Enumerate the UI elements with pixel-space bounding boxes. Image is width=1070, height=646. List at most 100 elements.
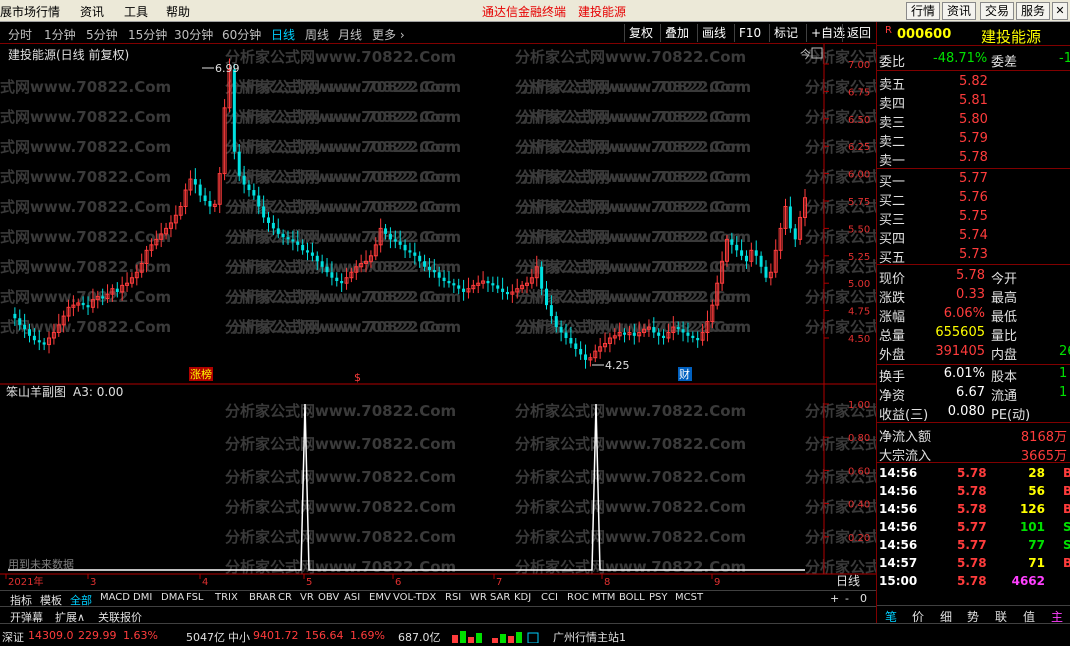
- news-button[interactable]: 资讯: [942, 2, 977, 20]
- buy-level-row[interactable]: 买二 5.76: [877, 189, 1070, 209]
- tick-time: 14:56: [879, 502, 918, 516]
- menu-help[interactable]: 帮助: [166, 3, 190, 20]
- candle-body: [276, 228, 280, 234]
- indicator-tab[interactable]: PSY: [649, 592, 668, 603]
- server-name[interactable]: 广州行情主站1: [553, 629, 626, 645]
- period-tab-timeshare[interactable]: 分时: [8, 26, 32, 43]
- watermark-text: 分析家公式网www.70822.Com: [515, 228, 746, 246]
- indicator-tab[interactable]: CR: [278, 592, 292, 603]
- candle-body: [740, 250, 744, 256]
- candle-body: [320, 261, 324, 267]
- indicator-tab[interactable]: DMI: [133, 592, 152, 603]
- sell-level-row[interactable]: 卖四 5.81: [877, 92, 1070, 112]
- event-marker-limit-up[interactable]: 涨榜: [189, 367, 213, 381]
- zoom-control[interactable]: -: [845, 592, 849, 605]
- panel-tab-trend[interactable]: 势: [967, 608, 979, 625]
- market-breadth-icon: [452, 629, 542, 643]
- event-marker-dollar[interactable]: $: [354, 371, 361, 384]
- indicator-tab[interactable]: OBV: [318, 592, 339, 603]
- tick-side: B: [1063, 484, 1070, 498]
- indicator-tab[interactable]: MCST: [675, 592, 703, 603]
- sell-level-row[interactable]: 卖三 5.80: [877, 111, 1070, 131]
- quote-button[interactable]: 行情: [906, 2, 941, 20]
- service-button[interactable]: 服务: [1016, 2, 1051, 20]
- date-tick-label: 7: [496, 577, 502, 588]
- period-tab-5min[interactable]: 5分钟: [86, 26, 118, 43]
- sell-level-row[interactable]: 卖五 5.82: [877, 73, 1070, 93]
- candle-body: [281, 233, 285, 238]
- tick-row: 14:57 5.78 71 B: [877, 555, 1070, 574]
- candle-body: [193, 179, 197, 185]
- indicator-tab[interactable]: ASI: [344, 592, 360, 603]
- candle-body: [325, 266, 329, 273]
- indicator-tab[interactable]: RSI: [445, 592, 461, 603]
- overlay-button[interactable]: 叠加: [660, 24, 693, 42]
- watermark-text: 分析家公式网www.70822.Com: [515, 402, 746, 420]
- period-tab-15min[interactable]: 15分钟: [128, 26, 167, 43]
- kline-chart[interactable]: 分析家公式网www.70822.Com 分析家公式网www.70822.Com 分析…: [0, 44, 876, 590]
- buy-level-row[interactable]: 买三 5.75: [877, 208, 1070, 228]
- back-button[interactable]: 返回: [842, 24, 875, 42]
- indicator-tab[interactable]: DMA: [161, 592, 184, 603]
- indicator-tab[interactable]: ROC: [567, 592, 589, 603]
- panel-tab-detail[interactable]: 细: [940, 608, 952, 625]
- sell-level-row[interactable]: 卖一 5.78: [877, 149, 1070, 169]
- indicator-tab[interactable]: VOL-TDX: [393, 592, 436, 603]
- indicator-tab[interactable]: MTM: [592, 592, 615, 603]
- buy-level-row[interactable]: 买四 5.74: [877, 227, 1070, 247]
- watermark-text: 分析家公式网www.70822.Com: [515, 48, 746, 66]
- buy-level-row[interactable]: 买五 5.73: [877, 246, 1070, 266]
- period-tab-weekly[interactable]: 周线: [305, 26, 329, 43]
- stat-label: 外盘: [879, 348, 906, 363]
- sell-level-row[interactable]: 卖二 5.79: [877, 130, 1070, 150]
- candle-body: [86, 305, 90, 308]
- period-tab-more[interactable]: 更多 ›: [372, 26, 405, 43]
- draw-line-button[interactable]: 画线: [697, 24, 730, 42]
- candle-body: [237, 151, 241, 176]
- adjust-button[interactable]: 复权: [624, 24, 657, 42]
- menu-market[interactable]: 展市场行情: [0, 3, 60, 20]
- indicator-tab[interactable]: KDJ: [514, 592, 531, 603]
- candle-body: [403, 244, 407, 251]
- indicator-tab[interactable]: MACD: [100, 592, 130, 603]
- buy-level-row[interactable]: 买一 5.77: [877, 170, 1070, 190]
- event-marker-finance[interactable]: 财: [678, 367, 692, 381]
- candle-body: [432, 270, 436, 273]
- margin-marker: R: [885, 25, 892, 36]
- close-icon[interactable]: ✕: [1052, 2, 1068, 20]
- indicator-tab[interactable]: VR: [300, 592, 314, 603]
- trade-button[interactable]: 交易: [980, 2, 1015, 20]
- indicator-tab[interactable]: TRIX: [215, 592, 238, 603]
- period-tab-daily[interactable]: 日线: [271, 26, 295, 43]
- period-tab-monthly[interactable]: 月线: [338, 26, 362, 43]
- zoom-control[interactable]: +: [830, 592, 839, 605]
- mark-button[interactable]: 标记: [769, 24, 802, 42]
- candle-body: [447, 281, 451, 284]
- menu-tools[interactable]: 工具: [124, 3, 148, 20]
- indicator-tab[interactable]: BOLL: [619, 592, 645, 603]
- panel-tab-linked[interactable]: 联: [995, 608, 1007, 625]
- f10-button[interactable]: F10: [734, 24, 765, 42]
- panel-tab-main[interactable]: 主: [1051, 608, 1063, 625]
- indicator-tab[interactable]: SAR: [490, 592, 510, 603]
- indicator-tab[interactable]: WR: [470, 592, 487, 603]
- panel-tab-price[interactable]: 价: [912, 608, 924, 625]
- candle-body: [427, 266, 431, 271]
- indicator-tab[interactable]: EMV: [369, 592, 391, 603]
- chart-area[interactable]: 分析家公式网www.70822.Com 分析家公式网www.70822.Com 分析…: [0, 44, 876, 590]
- indicator-tab[interactable]: FSL: [186, 592, 204, 603]
- period-tab-60min[interactable]: 60分钟: [222, 26, 261, 43]
- indicator-tab[interactable]: BRAR: [249, 592, 276, 603]
- candle-body: [730, 239, 734, 245]
- period-tab-30min[interactable]: 30分钟: [174, 26, 213, 43]
- weicha-label: 委差: [991, 55, 1018, 70]
- tick-time: 14:57: [879, 556, 918, 570]
- zoom-control[interactable]: 0: [860, 592, 867, 605]
- menu-news[interactable]: 资讯: [80, 3, 104, 20]
- indicator-tab[interactable]: CCI: [541, 592, 558, 603]
- candle-body: [437, 272, 441, 278]
- panel-tab-trades[interactable]: 笔: [885, 608, 897, 625]
- period-tab-1min[interactable]: 1分钟: [44, 26, 76, 43]
- zx-index-pct: 1.69%: [350, 629, 385, 642]
- panel-tab-value[interactable]: 值: [1023, 608, 1035, 625]
